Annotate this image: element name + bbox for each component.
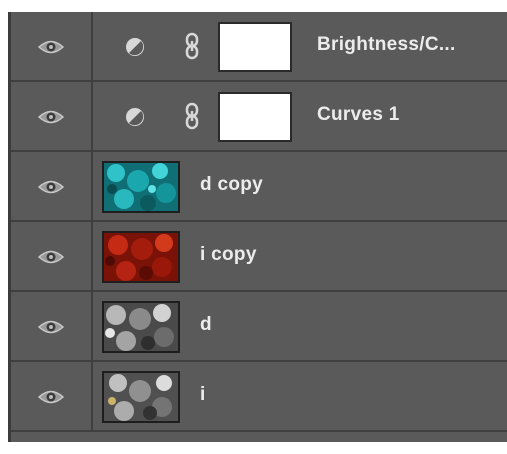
layer-name[interactable]: d <box>200 314 212 336</box>
eye-icon[interactable] <box>38 389 64 405</box>
visibility-column <box>11 152 93 220</box>
layer-mask-thumbnail[interactable] <box>218 92 292 142</box>
layer-name[interactable]: Brightness/C... <box>317 34 456 56</box>
layer-row-i-copy[interactable]: i copy <box>11 222 507 292</box>
layer-row-d[interactable]: d <box>11 292 507 362</box>
visibility-column <box>11 222 93 290</box>
layers-panel: Brightness/C... Curves 1 d copy i copy d… <box>8 12 507 442</box>
visibility-column <box>11 292 93 360</box>
layer-mask-thumbnail[interactable] <box>218 22 292 72</box>
chain-link-icon[interactable] <box>183 32 201 60</box>
eye-icon[interactable] <box>38 109 64 125</box>
visibility-column <box>11 12 93 80</box>
layer-row-i[interactable]: i <box>11 362 507 432</box>
visibility-column <box>11 362 93 430</box>
layer-thumbnail[interactable] <box>102 231 180 283</box>
layer-thumbnail[interactable] <box>102 301 180 353</box>
half-circle-adjustment-icon <box>126 108 144 126</box>
layer-name[interactable]: d copy <box>200 174 263 196</box>
eye-icon[interactable] <box>38 39 64 55</box>
half-circle-adjustment-icon <box>126 38 144 56</box>
layer-row-d-copy[interactable]: d copy <box>11 152 507 222</box>
layer-thumbnail[interactable] <box>102 371 180 423</box>
layer-name[interactable]: i <box>200 384 206 406</box>
eye-icon[interactable] <box>38 319 64 335</box>
layer-name[interactable]: i copy <box>200 244 257 266</box>
eye-icon[interactable] <box>38 249 64 265</box>
layer-name[interactable]: Curves 1 <box>317 104 400 126</box>
eye-icon[interactable] <box>38 179 64 195</box>
chain-link-icon[interactable] <box>183 102 201 130</box>
layer-thumbnail[interactable] <box>102 161 180 213</box>
visibility-column <box>11 82 93 150</box>
layer-row-curves[interactable]: Curves 1 <box>11 82 507 152</box>
layer-row-brightness[interactable]: Brightness/C... <box>11 12 507 82</box>
